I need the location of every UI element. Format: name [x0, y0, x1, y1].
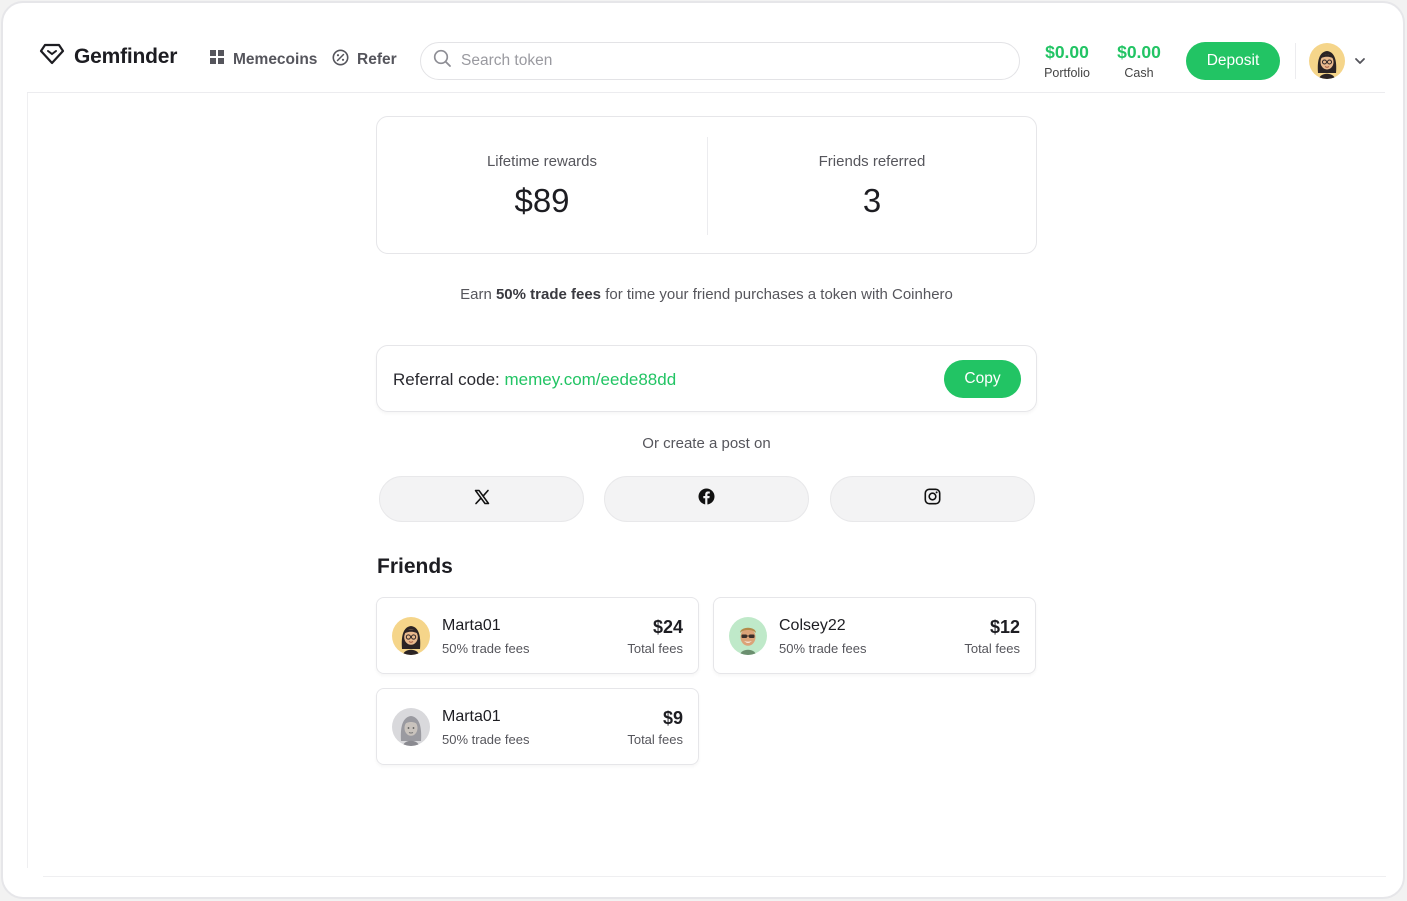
- search-bar[interactable]: [420, 42, 1020, 80]
- percent-badge-icon: [332, 49, 349, 71]
- cash-balance[interactable]: $0.00 Cash: [1109, 42, 1169, 80]
- nav-item-memecoins[interactable]: Memecoins: [209, 49, 317, 70]
- portfolio-label: Portfolio: [1044, 66, 1090, 80]
- share-facebook-button[interactable]: [604, 476, 809, 522]
- search-input[interactable]: [461, 52, 1001, 70]
- friend-total-label: Total fees: [627, 732, 683, 747]
- friends-heading: Friends: [377, 555, 453, 578]
- divider: [27, 93, 28, 868]
- portfolio-balance[interactable]: $0.00 Portfolio: [1037, 42, 1097, 80]
- friend-name: Marta01: [442, 708, 501, 725]
- referral-stats-card: Lifetime rewards $89 Friends referred 3: [376, 116, 1037, 254]
- friends-referred-value: 3: [862, 182, 882, 219]
- facebook-icon: [698, 488, 715, 510]
- grid-icon: [209, 49, 225, 70]
- cash-value: $0.00: [1117, 42, 1161, 62]
- friend-avatar: [392, 617, 430, 655]
- lifetime-rewards-label: Lifetime rewards: [486, 153, 598, 170]
- lifetime-rewards-stat: Lifetime rewards $89: [377, 117, 707, 255]
- earn-description: Earn 50% trade fees for time your friend…: [376, 286, 1037, 303]
- share-prompt: Or create a post on: [642, 435, 771, 452]
- friend-card[interactable]: Marta01 50% trade fees $9 Total fees: [376, 688, 699, 765]
- divider: [1295, 43, 1296, 79]
- instagram-icon: [924, 488, 941, 510]
- earn-prefix: Earn: [460, 286, 496, 303]
- earn-highlight: 50% trade fees: [495, 286, 602, 303]
- nav-label: Refer: [357, 51, 397, 68]
- friends-referred-label: Friends referred: [818, 153, 926, 170]
- search-icon: [433, 49, 452, 73]
- friend-total-amount: $12: [989, 617, 1020, 637]
- friend-fee-share: 50% trade fees: [442, 732, 530, 747]
- top-bar: Gemfinder Memecoins Refer Search token $…: [27, 27, 1385, 93]
- earn-suffix: for time your friend purchases a token w…: [601, 286, 953, 303]
- friend-name: Colsey22: [779, 617, 846, 634]
- portfolio-value: $0.00: [1045, 42, 1089, 62]
- referral-code-link[interactable]: memey.com/eede88dd: [505, 370, 677, 389]
- nav-item-refer[interactable]: Refer: [332, 49, 397, 71]
- friend-total-amount: $24: [652, 617, 683, 637]
- referral-code-text: Referral code: memey.com/eede88dd: [393, 370, 676, 390]
- divider: [43, 876, 1386, 877]
- chevron-down-icon[interactable]: [1353, 54, 1367, 73]
- friend-total-amount: $9: [662, 708, 683, 728]
- friend-fee-share: 50% trade fees: [779, 641, 867, 656]
- gem-icon: [39, 43, 65, 70]
- referral-code-card: Referral code: memey.com/eede88dd Copy: [376, 345, 1037, 412]
- referral-code-label: Referral code:: [393, 370, 505, 389]
- friend-total-label: Total fees: [964, 641, 1020, 656]
- friend-avatar: [729, 617, 767, 655]
- friend-fee-share: 50% trade fees: [442, 641, 530, 656]
- friends-referred-stat: Friends referred 3: [707, 117, 1037, 255]
- nav-label: Memecoins: [233, 50, 318, 68]
- cash-label: Cash: [1124, 66, 1154, 80]
- brand-logo[interactable]: Gemfinder: [39, 43, 177, 70]
- friend-total-label: Total fees: [627, 641, 683, 656]
- deposit-button[interactable]: Deposit: [1186, 42, 1280, 80]
- friend-avatar: [392, 708, 430, 746]
- brand-name: Gemfinder: [74, 44, 178, 68]
- x-logo-icon: [474, 489, 490, 510]
- lifetime-rewards-value: $89: [514, 182, 570, 219]
- avatar[interactable]: [1309, 43, 1345, 79]
- share-x-button[interactable]: [379, 476, 584, 522]
- share-instagram-button[interactable]: [830, 476, 1035, 522]
- friend-card[interactable]: Marta01 50% trade fees $24 Total fees: [376, 597, 699, 674]
- friend-card[interactable]: Colsey22 50% trade fees $12 Total fees: [713, 597, 1036, 674]
- friend-name: Marta01: [442, 617, 501, 634]
- copy-button[interactable]: Copy: [944, 360, 1021, 398]
- app-window: Gemfinder Memecoins Refer Search token $…: [1, 1, 1405, 899]
